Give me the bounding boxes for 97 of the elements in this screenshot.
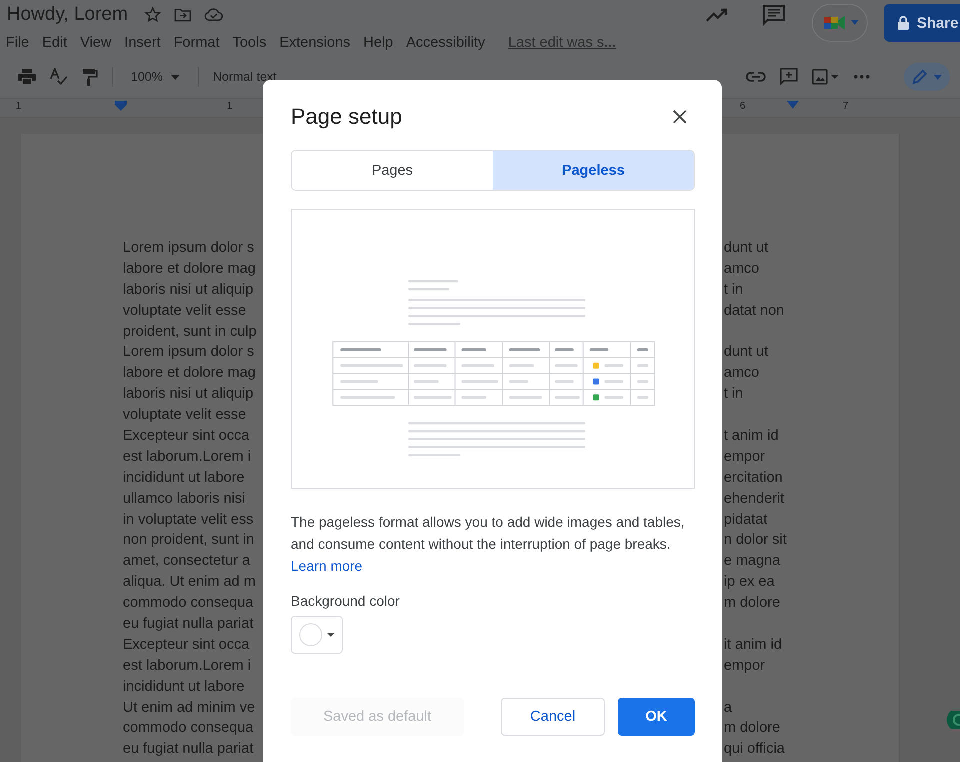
pencil-icon (912, 69, 928, 85)
body-text: Ut enim ad minim ve (123, 698, 256, 718)
body-text: in voluptate velit ess (123, 510, 255, 530)
body-text: it anim id (724, 636, 782, 655)
body-text: aliqua. Ut enim ad m (123, 573, 257, 592)
paint-format-icon[interactable] (82, 68, 98, 86)
body-text: t anim id (724, 427, 779, 446)
editing-mode-button[interactable] (904, 63, 950, 91)
body-text: amco (724, 260, 760, 279)
zoom-dropdown[interactable]: 100% (127, 70, 184, 84)
caret-icon (170, 74, 180, 80)
body-text: labore et dolore mag (123, 260, 257, 279)
body-text: dunt ut (724, 239, 768, 258)
body-text: t in (724, 385, 744, 404)
indent-marker-icon[interactable] (787, 101, 799, 109)
body-text: ehenderit (724, 490, 784, 509)
trending-up-icon[interactable] (706, 7, 730, 23)
color-swatch-icon (299, 623, 323, 647)
body-text: t in (724, 280, 744, 300)
body-text: Lorem ipsum dolor s (123, 239, 256, 258)
print-icon[interactable] (18, 69, 36, 85)
dialog-button[interactable]: OK (618, 698, 695, 736)
menu-item[interactable]: Insert (124, 35, 161, 51)
add-comment-icon[interactable] (780, 68, 798, 86)
body-text: eu fugiat nulla pariat (123, 615, 255, 634)
body-text: pidatat (724, 510, 768, 530)
learn-more-link[interactable]: Learn more (291, 558, 363, 574)
body-text: laboris nisi ut aliquip (123, 385, 255, 404)
body-text: eu fugiat nulla pariat (123, 740, 255, 760)
body-text: amco (724, 364, 760, 384)
menu-item[interactable]: Extensions (280, 35, 351, 51)
body-text: labore et dolore mag (123, 364, 257, 384)
caret-icon (327, 633, 335, 637)
body-text: incididunt ut labore (123, 468, 246, 488)
menu-item[interactable]: View (80, 35, 112, 51)
background-color-label: Background color (291, 593, 401, 609)
menu-item[interactable]: Help (364, 35, 394, 51)
body-text: e magna (724, 552, 780, 572)
body-text: laboris nisi ut aliquip (123, 280, 255, 300)
menu-item[interactable]: Tools (232, 35, 267, 51)
ruler-number: 1 (227, 101, 233, 112)
cloud-check-icon[interactable] (204, 7, 224, 23)
ruler-number: 6 (740, 101, 746, 112)
body-text: ercitation (724, 468, 783, 488)
body-text: n dolor sit (724, 531, 787, 550)
body-text: datat non (724, 302, 784, 321)
format-tab[interactable]: Pageless (493, 151, 694, 190)
menu-item[interactable]: File (6, 35, 30, 51)
star-icon[interactable] (144, 6, 162, 24)
comment-icon[interactable] (762, 4, 786, 26)
menu-item[interactable]: Edit (42, 35, 68, 51)
menu-item[interactable]: Accessibility (406, 35, 486, 51)
indent-marker-icon[interactable] (115, 101, 127, 111)
ruler-number: 1 (16, 101, 22, 112)
caret-icon (850, 20, 858, 26)
caret-icon (934, 74, 942, 80)
body-text: Excepteur sint occa (123, 427, 251, 446)
body-text: ip ex ea (724, 573, 775, 592)
body-text: voluptate velit esse (123, 406, 248, 426)
body-text: empor (724, 656, 766, 676)
body-text: m dolore (724, 594, 780, 614)
body-text: est laborum.Lorem i (123, 656, 252, 676)
dialog-title: Page setup (291, 104, 402, 130)
body-text: amet, consectetur a (123, 552, 252, 572)
body-text: commodo consequa (123, 594, 255, 614)
image-icon[interactable] (812, 69, 840, 85)
body-text: commodo consequa (123, 719, 255, 738)
dialog-button[interactable]: Cancel (501, 698, 605, 736)
body-text: voluptate velit esse (123, 302, 248, 321)
close-icon[interactable] (673, 110, 687, 124)
menu-item[interactable]: Format (174, 35, 220, 51)
grammar-assistant-icon[interactable] (946, 711, 960, 729)
document-title[interactable]: Howdy, Lorem (7, 4, 128, 26)
video-camera-icon (822, 13, 848, 33)
body-text: non proident, sunt in (123, 531, 256, 550)
description-text: The pageless format allows you to add wide images and tables, and consume content without the interruption of page breaks. Learn more (291, 513, 686, 576)
link-icon[interactable] (746, 72, 766, 82)
body-text: est laborum.Lorem i (123, 448, 252, 467)
color-picker-button[interactable] (291, 616, 343, 654)
body-text: Excepteur sint occa (123, 636, 251, 655)
body-text: a (724, 698, 732, 718)
body-text: empor (724, 448, 766, 467)
body-text: Lorem ipsum dolor s (123, 343, 256, 362)
body-text: qui officia (724, 740, 785, 760)
video-call-button[interactable] (812, 4, 868, 42)
body-text: m dolore (724, 719, 780, 738)
body-text: incididunt ut labore (123, 678, 246, 697)
folder-move-icon[interactable] (174, 7, 192, 23)
lock-icon (898, 16, 909, 30)
spellcheck-icon[interactable] (50, 68, 68, 86)
body-text: dunt ut (724, 343, 768, 362)
body-text: ullamco laboris nisi (123, 490, 246, 509)
share-button[interactable]: Share (884, 4, 960, 42)
ruler-number: 7 (843, 101, 849, 112)
more-icon[interactable] (854, 75, 870, 79)
last-edit-link[interactable]: Last edit was s... (508, 35, 616, 51)
body-text: proident, sunt in culp (123, 322, 258, 342)
